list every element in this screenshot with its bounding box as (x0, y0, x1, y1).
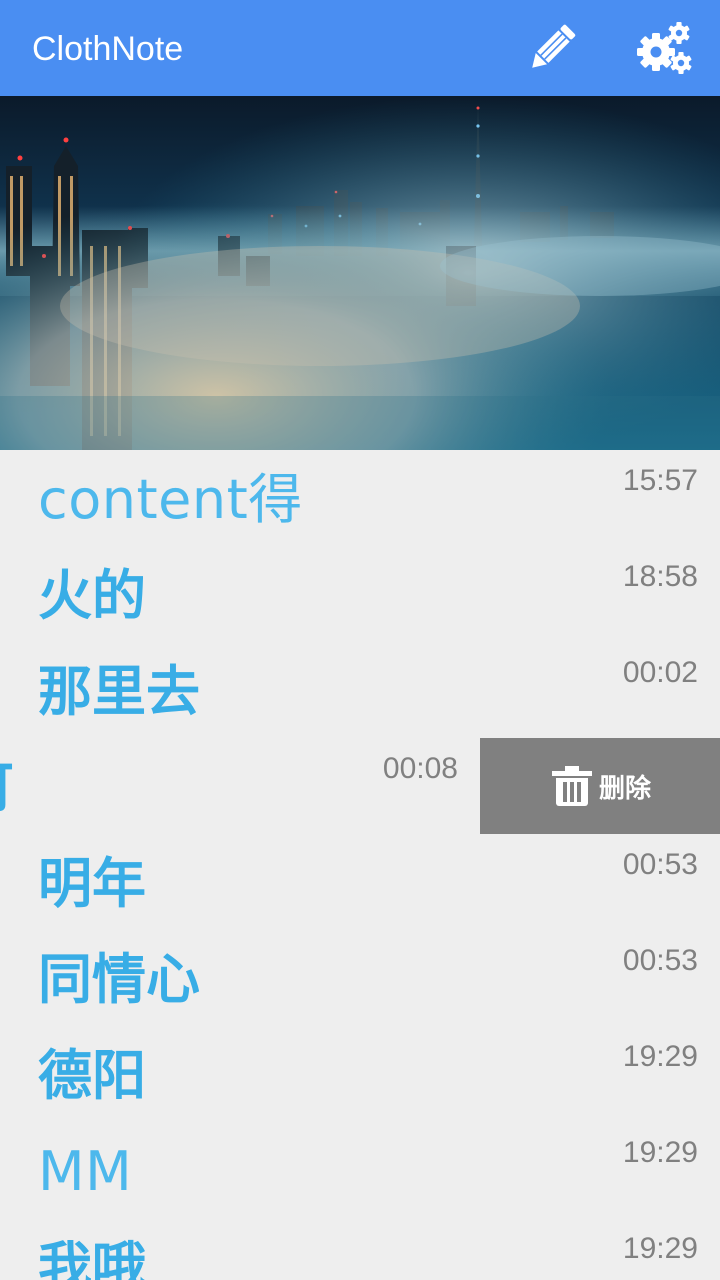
note-content: 同情心 00:53 (0, 930, 720, 1026)
note-content: MM 19:29 (0, 1122, 720, 1218)
note-content: 火的 18:58 (0, 546, 720, 642)
notes-list: content得 15:57 火的 18:58 那里去 00:02 摸棱两可 00:08 删除明… (0, 450, 720, 1280)
settings-button[interactable] (634, 18, 694, 78)
note-time: 00:08 (382, 752, 458, 785)
new-note-button[interactable] (522, 18, 582, 78)
note-title: 明年 (38, 852, 146, 915)
note-list-item[interactable]: 同情心 00:53 (0, 930, 720, 1026)
note-content: 德阳 19:29 (0, 1026, 720, 1122)
note-time: 00:53 (622, 848, 698, 881)
note-title: 我哦 (38, 1236, 146, 1280)
note-title: 摸棱两可 (0, 738, 14, 834)
trash-icon (551, 766, 592, 806)
note-content: 我哦 19:29 (0, 1218, 720, 1280)
note-list-item[interactable]: 摸棱两可 00:08 删除 (0, 738, 720, 834)
city-fog-header-image (0, 96, 720, 450)
pencil-icon (532, 24, 576, 68)
note-title: MM (38, 1140, 133, 1203)
note-list-item[interactable]: MM 19:29 (0, 1122, 720, 1218)
header-image (0, 96, 720, 450)
note-content: 那里去 00:02 (0, 642, 720, 738)
note-time: 15:57 (622, 464, 698, 497)
gears-icon (637, 22, 692, 74)
note-list-item[interactable]: 明年 00:53 (0, 834, 720, 930)
note-list-item[interactable]: content得 15:57 (0, 450, 720, 546)
note-time: 19:29 (622, 1136, 698, 1169)
note-list-item[interactable]: 那里去 00:02 (0, 642, 720, 738)
note-time: 00:53 (622, 944, 698, 977)
note-time: 00:02 (622, 656, 698, 689)
note-content: 摸棱两可 00:08 (0, 738, 480, 834)
app-bar: ClothNote (0, 0, 720, 96)
note-content: content得 15:57 (0, 450, 720, 546)
note-title: content得 (38, 468, 303, 531)
note-title: 那里去 (38, 660, 200, 723)
app-screen: ClothNote content得 15:57 火的 18:58 那里去 00… (0, 0, 720, 1280)
note-title: 火的 (38, 564, 146, 627)
note-list-item[interactable]: 德阳 19:29 (0, 1026, 720, 1122)
note-list-item[interactable]: 我哦 19:29 (0, 1218, 720, 1280)
delete-button[interactable]: 删除 (480, 738, 720, 834)
app-title: ClothNote (32, 30, 184, 68)
note-time: 19:29 (622, 1232, 698, 1265)
note-time: 19:29 (622, 1040, 698, 1073)
note-list-item[interactable]: 火的 18:58 (0, 546, 720, 642)
delete-label: 删除 (598, 773, 651, 804)
note-title: 同情心 (38, 948, 200, 1011)
note-time: 18:58 (622, 560, 698, 593)
note-title: 德阳 (38, 1044, 146, 1107)
note-content: 明年 00:53 (0, 834, 720, 930)
